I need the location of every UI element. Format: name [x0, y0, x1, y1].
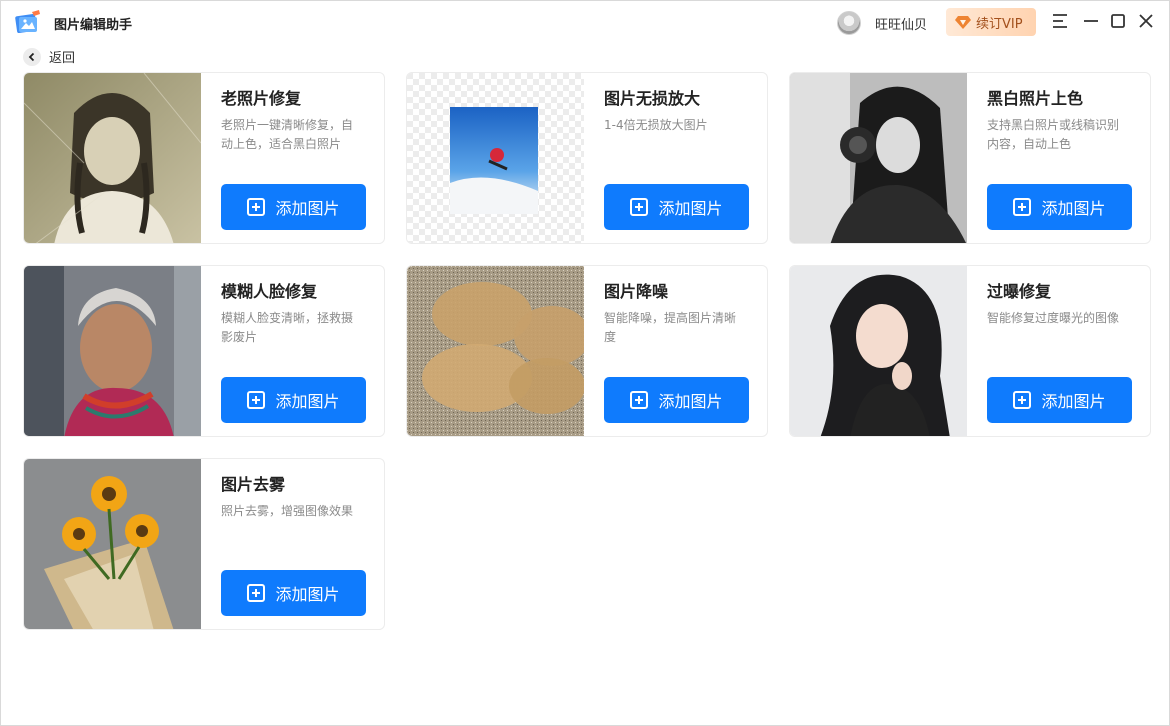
close-icon[interactable] — [1137, 12, 1155, 30]
tool-card-overexposure-fix: 过曝修复 智能修复过度曝光的图像 添加图片 — [789, 265, 1151, 437]
add-image-label: 添加图片 — [275, 585, 340, 604]
add-image-button[interactable]: 添加图片 — [604, 184, 749, 230]
card-description: 照片去雾，增强图像效果 — [221, 504, 354, 518]
tool-card-bw-colorize: 黑白照片上色 支持黑白照片或线稿识别内容，自动上色 添加图片 — [789, 72, 1151, 244]
card-description: 智能修复过度曝光的图像 — [987, 311, 1120, 325]
card-title: 图片去雾 — [221, 475, 286, 494]
card-description: 智能降噪，提高图片清晰度 — [604, 311, 737, 344]
tool-card-lossless-upscale: 图片无损放大 1-4倍无损放大图片 添加图片 — [406, 72, 768, 244]
minimize-icon[interactable] — [1082, 12, 1100, 30]
card-thumbnail — [24, 73, 201, 243]
plus-square-icon — [630, 391, 649, 409]
add-image-label: 添加图片 — [1041, 199, 1106, 218]
tool-card-denoise: 图片降噪 智能降噪，提高图片清晰度 添加图片 — [406, 265, 768, 437]
add-image-button[interactable]: 添加图片 — [987, 184, 1132, 230]
plus-square-icon — [247, 198, 266, 216]
tool-card-old-photo-restore: 老照片修复 老照片一键清晰修复，自动上色，适合黑白照片 添加图片 — [23, 72, 385, 244]
plus-square-icon — [247, 391, 266, 409]
card-title: 图片无损放大 — [604, 89, 701, 108]
diamond-icon — [955, 16, 971, 29]
card-description: 老照片一键清晰修复，自动上色，适合黑白照片 — [221, 118, 354, 151]
add-image-button[interactable]: 添加图片 — [987, 377, 1132, 423]
card-title: 模糊人脸修复 — [221, 282, 318, 301]
app-title: 图片编辑助手 — [54, 18, 133, 33]
plus-square-icon — [247, 584, 266, 602]
maximize-icon[interactable] — [1109, 12, 1127, 30]
card-description: 1-4倍无损放大图片 — [604, 118, 708, 132]
avatar[interactable] — [837, 11, 861, 35]
card-title: 过曝修复 — [987, 282, 1052, 301]
add-image-button[interactable]: 添加图片 — [221, 184, 366, 230]
renew-vip-button[interactable]: 续订VIP — [946, 8, 1036, 36]
back-button[interactable]: 返回 — [23, 47, 75, 66]
chevron-left-icon — [23, 47, 41, 66]
back-label: 返回 — [49, 51, 76, 66]
card-description: 模糊人脸变清晰，拯救摄影废片 — [221, 311, 354, 344]
card-description: 支持黑白照片或线稿识别内容，自动上色 — [987, 118, 1120, 151]
add-image-label: 添加图片 — [1041, 392, 1106, 411]
card-thumbnail — [407, 266, 584, 436]
tool-card-dehaze: 图片去雾 照片去雾，增强图像效果 添加图片 — [23, 458, 385, 630]
vip-label: 续订VIP — [976, 16, 1023, 32]
card-title: 老照片修复 — [221, 89, 302, 108]
plus-square-icon — [1013, 391, 1032, 409]
add-image-label: 添加图片 — [658, 199, 723, 218]
add-image-label: 添加图片 — [275, 199, 340, 218]
card-thumbnail — [790, 266, 967, 436]
plus-square-icon — [1013, 198, 1032, 216]
add-image-label: 添加图片 — [658, 392, 723, 411]
add-image-button[interactable]: 添加图片 — [604, 377, 749, 423]
add-image-button[interactable]: 添加图片 — [221, 570, 366, 616]
card-thumbnail — [790, 73, 967, 243]
plus-square-icon — [630, 198, 649, 216]
app-logo-icon — [15, 10, 40, 34]
card-title: 黑白照片上色 — [987, 89, 1084, 108]
add-image-label: 添加图片 — [275, 392, 340, 411]
title-bar: 图片编辑助手 旺旺仙贝 续订VIP — [1, 1, 1169, 43]
card-title: 图片降噪 — [604, 282, 669, 301]
card-thumbnail — [24, 266, 201, 436]
tool-card-face-restore: 模糊人脸修复 模糊人脸变清晰，拯救摄影废片 添加图片 — [23, 265, 385, 437]
card-thumbnail — [24, 459, 201, 629]
menu-icon[interactable] — [1051, 12, 1069, 30]
user-name[interactable]: 旺旺仙贝 — [875, 14, 927, 33]
card-thumbnail — [407, 73, 584, 243]
add-image-button[interactable]: 添加图片 — [221, 377, 366, 423]
